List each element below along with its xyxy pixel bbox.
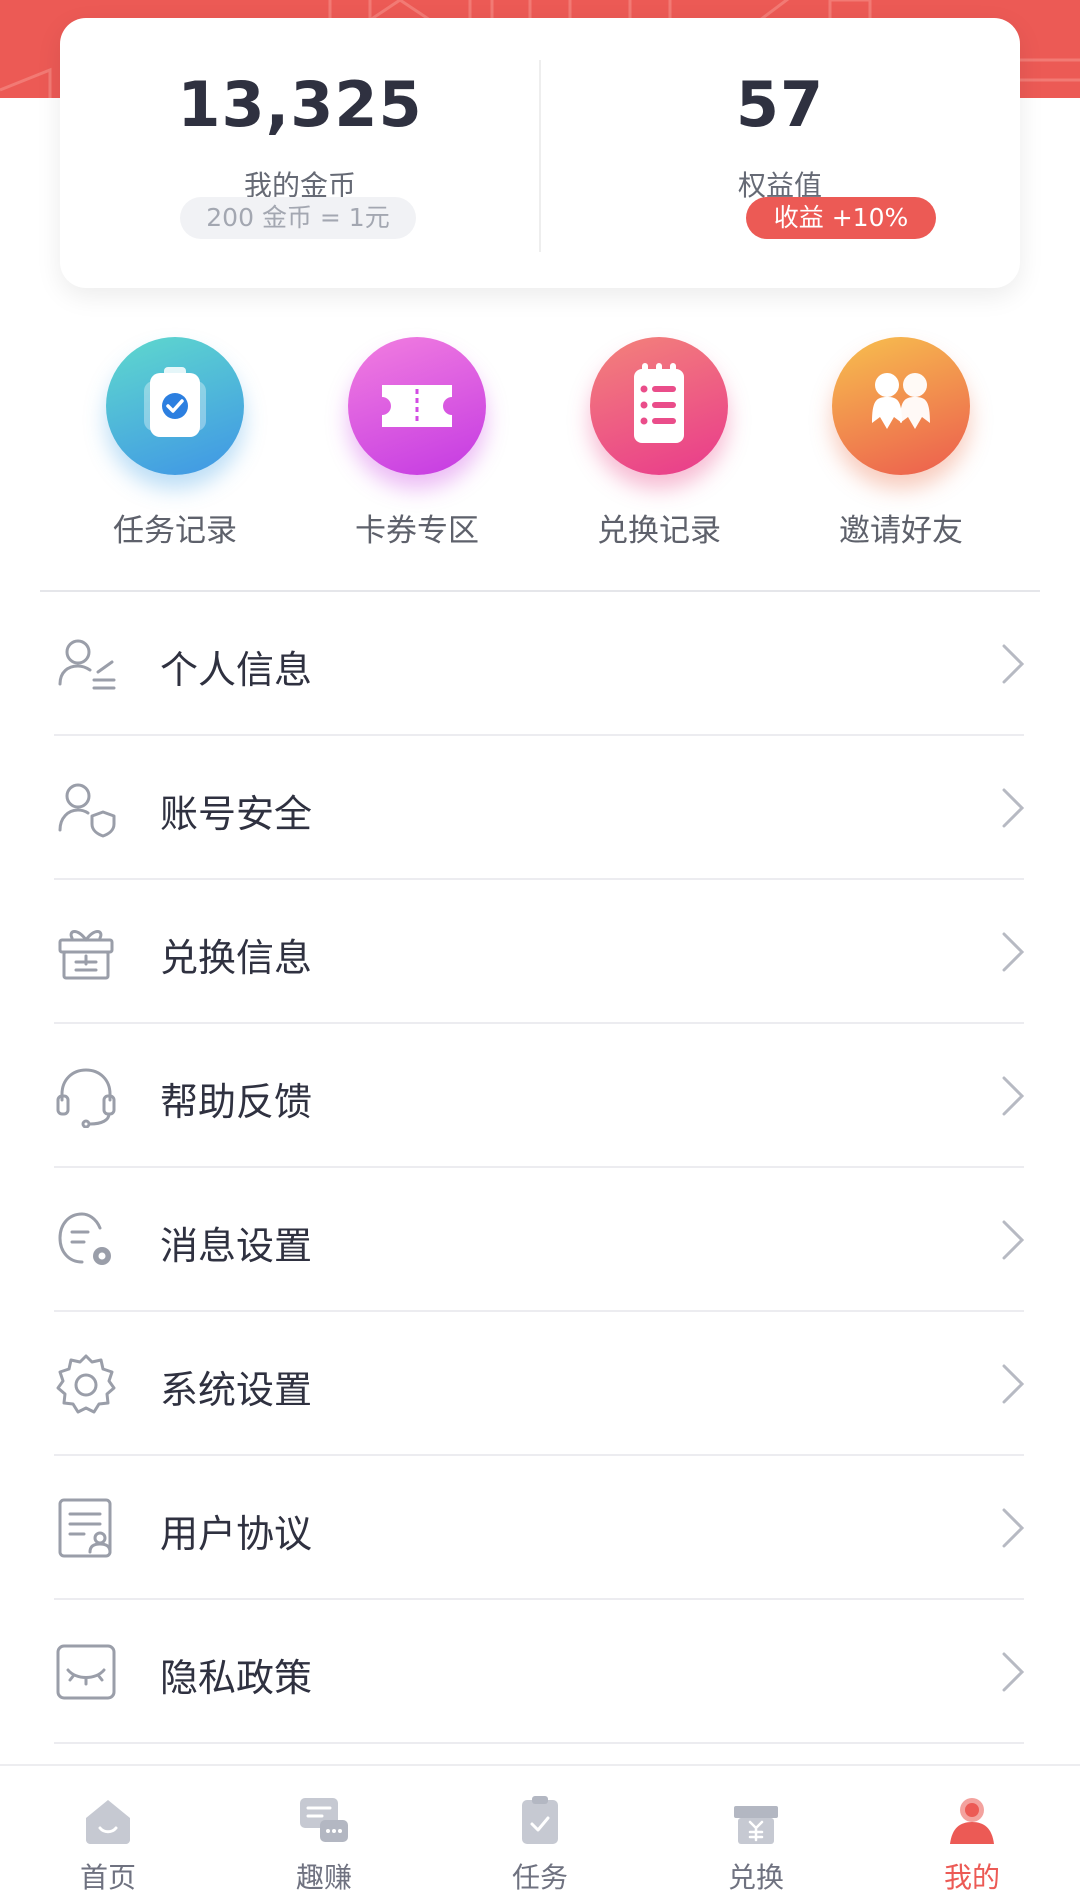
- chevron-right-icon: [1002, 1652, 1025, 1692]
- list-icon: [634, 363, 684, 443]
- gift-yuan-icon: [734, 1806, 778, 1844]
- menu-item-account-security[interactable]: 账号安全: [0, 736, 1080, 880]
- shortcut-exchange-records[interactable]: 兑换记录: [559, 330, 759, 560]
- gift-icon: [58, 930, 114, 980]
- user-shield-icon: [58, 783, 116, 838]
- clipboard-check-icon: [144, 367, 206, 437]
- bottom-tab-bar: 首页 趣赚 任务 兑换 我的: [0, 1764, 1080, 1900]
- shortcut-coupons[interactable]: 卡券专区: [317, 330, 517, 560]
- menu-label: 个人信息: [160, 648, 313, 692]
- chevron-right-icon: [1002, 788, 1025, 828]
- stats-card: 13,325 我的金币 200 金币 = 1元 57 权益值 收益 +10%: [60, 18, 1020, 288]
- menu-item-privacy-policy[interactable]: 隐私政策: [0, 1600, 1080, 1744]
- shortcut-label: 卡券专区: [355, 513, 479, 549]
- gear-icon: [56, 1354, 116, 1414]
- tab-mine[interactable]: 我的: [864, 1766, 1080, 1900]
- coins-value: 13,325: [177, 68, 423, 141]
- menu-label: 系统设置: [160, 1368, 313, 1412]
- shortcut-label: 任务记录: [113, 513, 237, 549]
- headset-icon: [56, 1068, 116, 1128]
- menu-label: 账号安全: [160, 792, 313, 836]
- coins-stat[interactable]: 13,325 我的金币 200 金币 = 1元: [60, 18, 540, 288]
- menu-label: 帮助反馈: [160, 1080, 313, 1124]
- coins-rate-badge: 200 金币 = 1元: [180, 197, 416, 239]
- message-settings-icon: [58, 1212, 111, 1265]
- user-icon: [950, 1798, 994, 1844]
- home-icon: [86, 1800, 130, 1844]
- chevron-right-icon: [1002, 932, 1025, 972]
- shortcut-label: 邀请好友: [839, 513, 963, 549]
- user-edit-icon: [58, 639, 116, 690]
- task-records-badge: [106, 337, 244, 475]
- tab-label: 任务: [511, 1861, 568, 1894]
- menu-label: 消息设置: [160, 1224, 313, 1268]
- clipboard-icon: [522, 1796, 558, 1844]
- document-user-icon: [58, 1498, 112, 1558]
- tab-label: 趣赚: [295, 1861, 352, 1894]
- chevron-right-icon: [1002, 1076, 1025, 1116]
- menu-item-exchange-info[interactable]: 兑换信息: [0, 880, 1080, 1024]
- tab-tasks[interactable]: 任务: [432, 1766, 648, 1900]
- coupons-badge: [348, 337, 486, 475]
- eye-closed-icon: [56, 1644, 116, 1700]
- menu-item-help-feedback[interactable]: 帮助反馈: [0, 1024, 1080, 1168]
- tab-label: 首页: [79, 1861, 136, 1894]
- menu-label: 隐私政策: [160, 1656, 313, 1700]
- menu-item-message-settings[interactable]: 消息设置: [0, 1168, 1080, 1312]
- shortcut-task-records[interactable]: 任务记录: [75, 330, 275, 560]
- ticket-icon: [382, 385, 452, 427]
- menu-item-system-settings[interactable]: 系统设置: [0, 1312, 1080, 1456]
- exchange-records-badge: [590, 337, 728, 475]
- equity-bonus-badge: 收益 +10%: [746, 197, 936, 239]
- tab-exchange[interactable]: 兑换: [648, 1766, 864, 1900]
- chevron-right-icon: [1002, 644, 1025, 684]
- menu-label: 用户协议: [160, 1512, 313, 1556]
- chevron-right-icon: [1002, 1364, 1025, 1404]
- equity-stat[interactable]: 57 权益值 收益 +10%: [540, 18, 1020, 288]
- tab-label: 兑换: [727, 1861, 784, 1894]
- menu-label: 兑换信息: [160, 936, 313, 980]
- chevron-right-icon: [1002, 1220, 1025, 1260]
- settings-menu: 个人信息 账号安全 兑换信息 帮助反馈 消息设置 系统设置 用户协议 隐私政策: [0, 592, 1080, 1744]
- shortcut-label: 兑换记录: [597, 513, 721, 549]
- tab-home[interactable]: 首页: [0, 1766, 216, 1900]
- chat-icon: [300, 1798, 348, 1842]
- tab-earn[interactable]: 趣赚: [216, 1766, 432, 1900]
- chevron-right-icon: [1002, 1508, 1025, 1548]
- menu-item-user-agreement[interactable]: 用户协议: [0, 1456, 1080, 1600]
- shortcut-row: 任务记录 卡券专区 兑换记录 邀请好友: [0, 330, 1080, 560]
- invite-friends-badge: [832, 337, 970, 475]
- friends-icon: [872, 373, 930, 429]
- menu-divider: [54, 1742, 1024, 1744]
- equity-value: 57: [735, 68, 825, 141]
- menu-item-personal-info[interactable]: 个人信息: [0, 592, 1080, 736]
- tab-label: 我的: [943, 1861, 1000, 1894]
- shortcut-invite-friends[interactable]: 邀请好友: [801, 330, 1001, 560]
